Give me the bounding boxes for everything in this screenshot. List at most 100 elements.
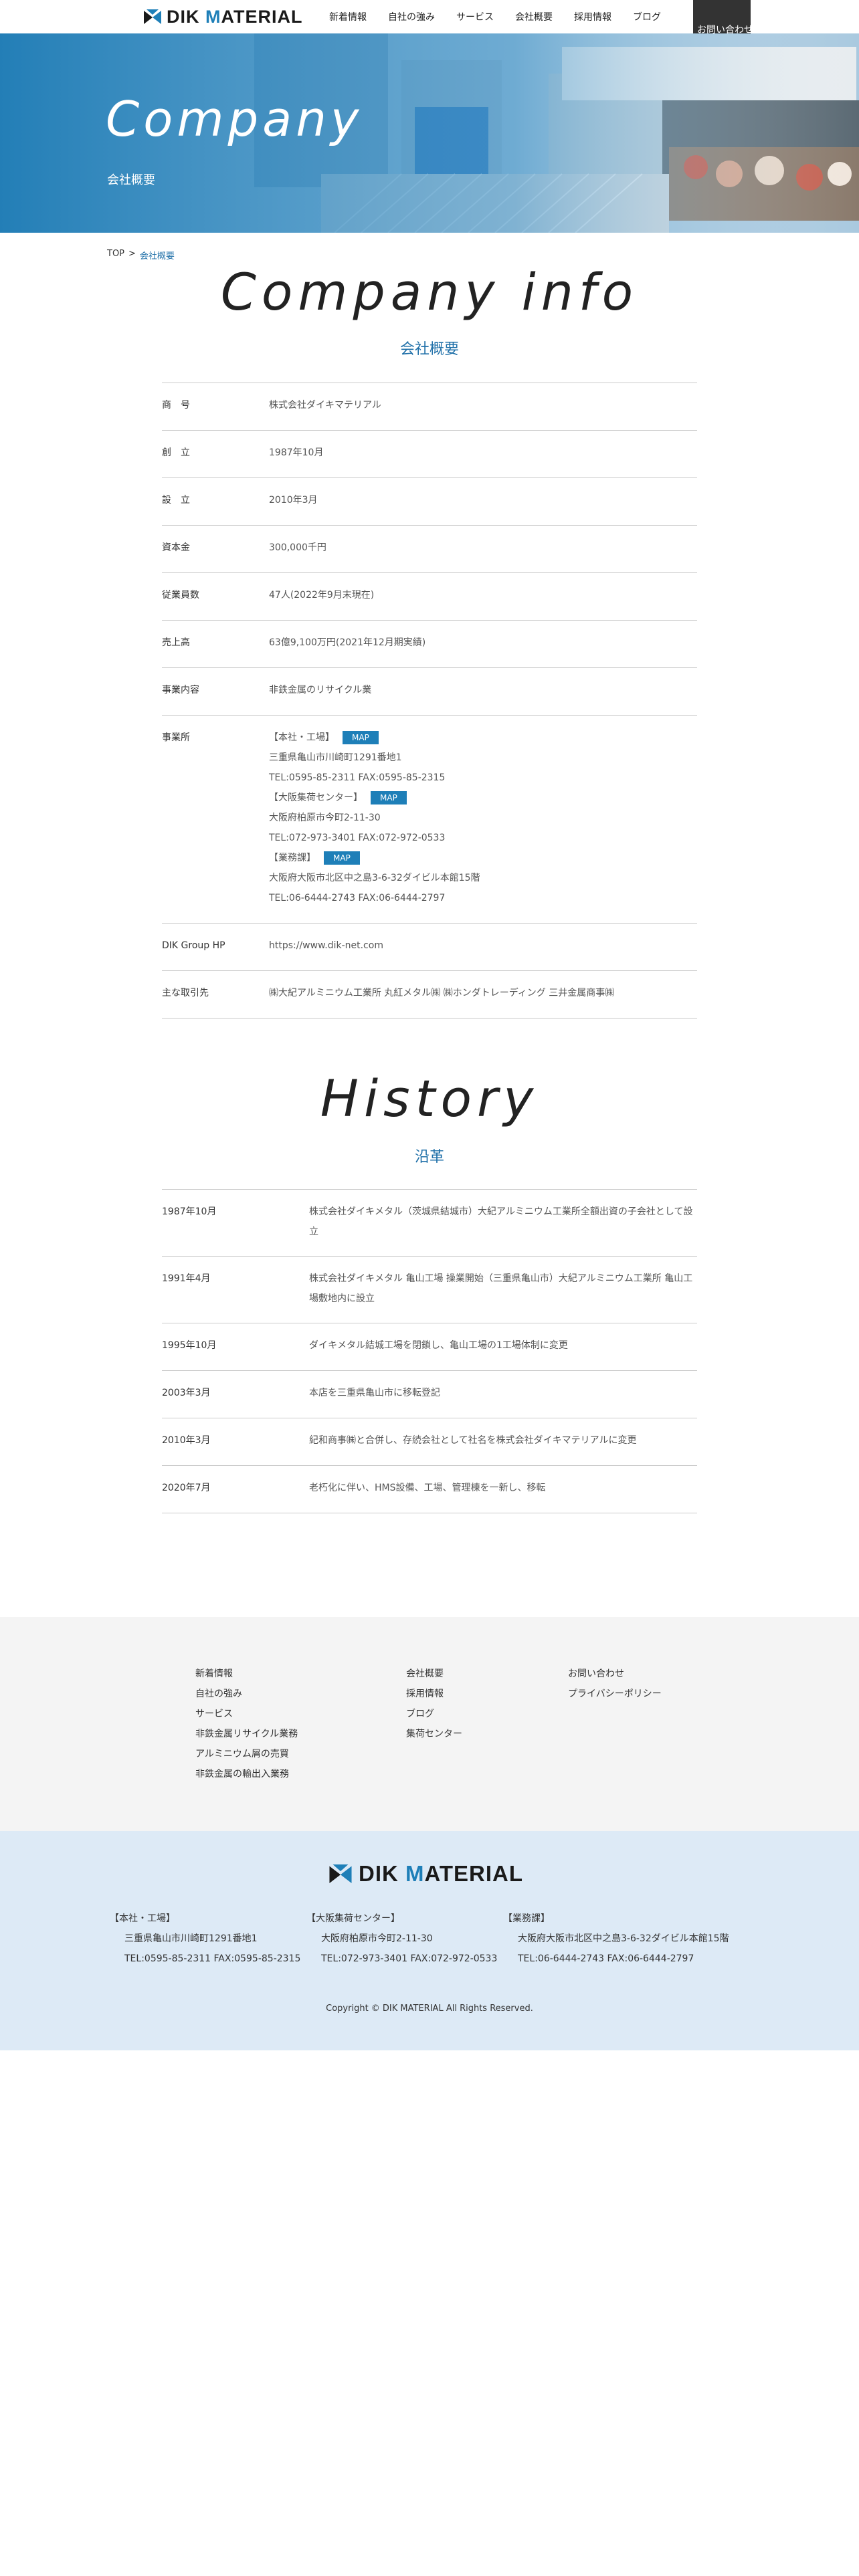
history-date: 2010年3月 [162,1435,211,1446]
history-date: 2003年3月 [162,1388,211,1398]
info-label: 創 立 [162,447,190,458]
history-text: 本店を三重県亀山市に移転登記 [309,1388,440,1398]
company-info-table: 商 号 株式会社ダイキマテリアル 創 立 1987年10月 設 立 2010年3… [162,383,697,1018]
breadcrumb-current: 会社概要 [139,251,175,261]
footer-office-address: 三重県亀山市川崎町1291番地1 [124,1933,258,1944]
contact-button[interactable]: お問い合わせ [693,0,751,33]
footer-office-name: 【本社・工場】 [110,1913,175,1924]
footer-link[interactable]: アルミニウム屑の売買 [195,1744,298,1764]
info-row: 創 立 1987年10月 [162,431,697,478]
footer-office-name: 【大阪集荷センター】 [306,1913,400,1924]
footer-link[interactable]: サービス [195,1704,298,1724]
company-title-ja: 会社概要 [399,341,459,358]
footer-office-tel: TEL:072-973-3401 FAX:072-972-0533 [321,1953,498,1964]
hero-subtitle: 会社概要 [107,173,155,187]
info-label: 事業所 [162,732,190,743]
office-address: 三重県亀山市川崎町1291番地1 [269,752,402,763]
info-label: 事業内容 [162,685,199,695]
footer-office-address: 大阪府柏原市今町2-11-30 [321,1933,433,1944]
logo-text: DIK MATERIAL [167,6,303,27]
info-row: 事業内容 非鉄金属のリサイクル業 [162,668,697,716]
footer-office: 【大阪集荷センター】 大阪府柏原市今町2-11-30 TEL:072-973-3… [306,1909,497,1969]
history-text: 紀和商事㈱と合併し、存続会社として社名を株式会社ダイキマテリアルに変更 [309,1435,637,1446]
footer-nav-col: お問い合わせ プライバシーポリシー [568,1664,662,1704]
office-tel: TEL:0595-85-2311 FAX:0595-85-2315 [269,772,446,783]
office-tel: TEL:06-6444-2743 FAX:06-6444-2797 [269,893,446,903]
info-value: 株式会社ダイキマテリアル [269,400,381,411]
footer-link[interactable]: 非鉄金属の輸出入業務 [195,1764,298,1784]
footer-info: DIK MATERIAL 【本社・工場】 三重県亀山市川崎町1291番地1 TE… [0,1831,859,2050]
footer-link[interactable]: プライバシーポリシー [568,1684,662,1704]
nav-item-services[interactable]: サービス [456,10,494,23]
footer-link[interactable]: 非鉄金属リサイクル業務 [195,1724,298,1744]
breadcrumb-separator: > [128,249,136,259]
history-row: 2003年3月 本店を三重県亀山市に移転登記 [162,1371,697,1418]
info-label: 売上高 [162,637,190,648]
info-label: 主な取引先 [162,988,209,998]
history-title-en: History [320,1069,539,1128]
footer-nav-col: 新着情報 自社の強み サービス 非鉄金属リサイクル業務 アルミニウム屑の売買 非… [195,1664,298,1784]
info-value: 2010年3月 [269,495,318,506]
history-title-ja: 沿革 [414,1149,444,1166]
footer-office: 【本社・工場】 三重県亀山市川崎町1291番地1 TEL:0595-85-231… [110,1909,300,1969]
breadcrumb: TOP > 会社概要 [107,249,175,261]
info-value: 1987年10月 [269,447,324,458]
footer-office-tel: TEL:06-6444-2743 FAX:06-6444-2797 [518,1953,694,1964]
logo-mark-icon [329,1864,352,1883]
office-name: 【大阪集荷センター】 [269,792,363,803]
map-button[interactable]: MAP [343,731,379,744]
info-row: 商 号 株式会社ダイキマテリアル [162,383,697,431]
map-button[interactable]: MAP [371,791,407,804]
info-label: 設 立 [162,495,190,506]
nav-item-recruit[interactable]: 採用情報 [574,10,611,23]
footer-link[interactable]: 採用情報 [406,1684,462,1704]
footer-office-address: 大阪府大阪市北区中之島3-6-32ダイビル本館15階 [518,1933,729,1944]
footer-nav-col: 会社概要 採用情報 ブログ 集荷センター [406,1664,462,1744]
history-text: 老朽化に伴い、HMS設備、工場、管理棟を一新し、移転 [309,1483,546,1493]
info-row: DIK Group HP https://www.dik-net.com [162,924,697,971]
nav-item-company[interactable]: 会社概要 [515,10,553,23]
history-text: 株式会社ダイキメタル 亀山工場 操業開始（三重県亀山市）大紀アルミニウム工業所 … [309,1273,693,1304]
info-label: 従業員数 [162,590,199,601]
history-row: 1995年10月 ダイキメタル結城工場を閉鎖し、亀山工場の1工場体制に変更 [162,1323,697,1371]
office-name: 【本社・工場】 [269,732,335,743]
nav-item-news[interactable]: 新着情報 [329,10,367,23]
office-name: 【業務課】 [269,853,316,863]
footer-link[interactable]: 会社概要 [406,1664,462,1684]
info-label: DIK Group HP [162,940,225,951]
office-heading: 【業務課】 MAP [269,848,697,868]
info-label: 資本金 [162,542,190,553]
footer-office: 【業務課】 大阪府大阪市北区中之島3-6-32ダイビル本館15階 TEL:06-… [503,1909,729,1969]
history-date: 1995年10月 [162,1340,217,1351]
history-date: 1991年4月 [162,1273,211,1284]
map-button[interactable]: MAP [324,851,360,865]
nav-item-blog[interactable]: ブログ [633,10,661,23]
info-value: 63億9,100万円(2021年12月期実績) [269,637,426,648]
footer-link[interactable]: ブログ [406,1704,462,1724]
group-link[interactable]: https://www.dik-net.com [269,936,697,970]
history-text: 株式会社ダイキメタル（茨城県結城市）大紀アルミニウム工業所全額出資の子会社として… [309,1206,693,1237]
office-heading: 【大阪集荷センター】 MAP [269,788,697,808]
hero-title: Company [106,91,363,147]
info-row: 従業員数 47人(2022年9月末現在) [162,573,697,621]
info-value: 47人(2022年9月末現在) [269,590,375,601]
footer-office-tel: TEL:0595-85-2311 FAX:0595-85-2315 [124,1953,301,1964]
footer-logo[interactable]: DIK MATERIAL [329,1860,523,1887]
breadcrumb-top-link[interactable]: TOP [107,249,124,261]
info-value: 非鉄金属のリサイクル業 [269,685,372,695]
history-row: 2020年7月 老朽化に伴い、HMS設備、工場、管理棟を一新し、移転 [162,1466,697,1513]
footer-link[interactable]: 新着情報 [195,1664,298,1684]
site-header: DIK MATERIAL 新着情報 自社の強み サービス 会社概要 採用情報 ブ… [0,0,859,33]
info-row: 売上高 63億9,100万円(2021年12月期実績) [162,621,697,668]
history-table: 1987年10月 株式会社ダイキメタル（茨城県結城市）大紀アルミニウム工業所全額… [162,1189,697,1513]
offices-list: 【本社・工場】 MAP 三重県亀山市川崎町1291番地1 TEL:0595-85… [269,728,697,923]
site-logo[interactable]: DIK MATERIAL [144,7,303,27]
info-label: 商 号 [162,400,190,411]
history-row: 2010年3月 紀和商事㈱と合併し、存続会社として社名を株式会社ダイキマテリアル… [162,1418,697,1466]
footer-link[interactable]: 自社の強み [195,1684,298,1704]
info-row: 資本金 300,000千円 [162,526,697,573]
global-nav: 新着情報 自社の強み サービス 会社概要 採用情報 ブログ [329,0,682,33]
footer-link[interactable]: 集荷センター [406,1724,462,1744]
nav-item-strengths[interactable]: 自社の強み [388,10,435,23]
footer-link[interactable]: お問い合わせ [568,1664,662,1684]
